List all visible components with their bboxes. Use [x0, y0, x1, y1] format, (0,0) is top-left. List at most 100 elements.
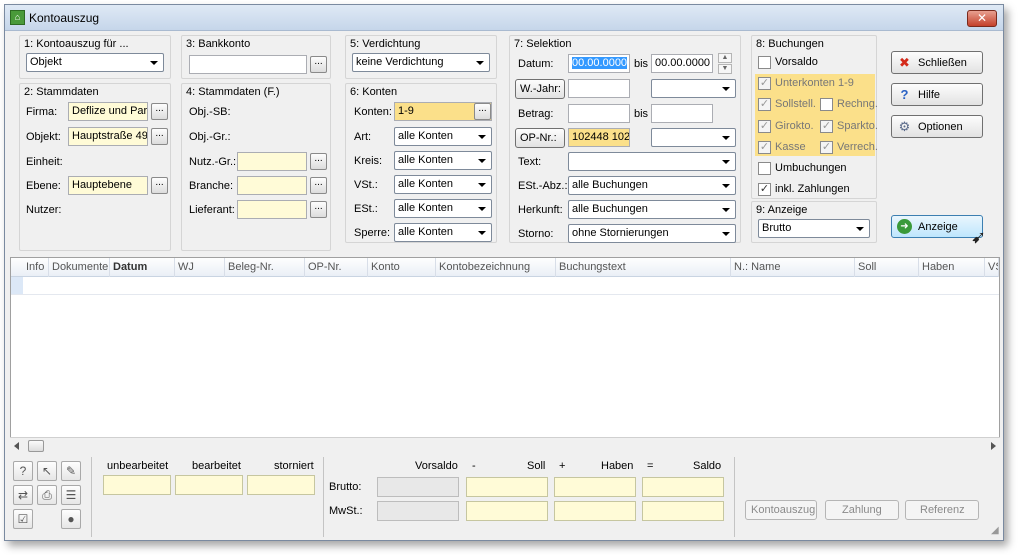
est-select[interactable]: alle Konten [394, 199, 492, 218]
unbearbeitet-field [103, 475, 171, 495]
lieferant-field[interactable] [237, 200, 307, 219]
firma-browse-button[interactable]: ... [151, 103, 168, 120]
firma-field[interactable]: Deflize und Part [68, 102, 148, 121]
ebene-field[interactable]: Hauptebene [68, 176, 148, 195]
checkbox-icon[interactable]: ☑ [13, 509, 33, 529]
bearbeitet-field [175, 475, 243, 495]
unterkonten-checkbox[interactable]: ✓ [758, 77, 771, 90]
scroll-left-icon[interactable] [14, 442, 19, 450]
vst-select[interactable]: alle Konten [394, 175, 492, 194]
grid-column-info[interactable]: Info [23, 258, 49, 277]
optionen-button[interactable]: ⚙ Optionen [891, 115, 983, 138]
datum-spinner[interactable]: ▲ ▼ [718, 53, 732, 75]
booking-grid[interactable]: Info Dokumente Datum WJ Beleg-Nr. OP-Nr.… [10, 257, 1000, 447]
bankkonto-field[interactable] [189, 55, 307, 74]
grid-column-name[interactable]: N.: Name [731, 258, 855, 277]
row-selector[interactable] [11, 277, 23, 294]
anzeige-button[interactable]: ➜ Anzeige [891, 215, 983, 238]
list-icon[interactable]: ☰ [61, 485, 81, 505]
anzeige-select[interactable]: Brutto [758, 219, 870, 238]
datum-from-field[interactable]: 00.00.0000 [568, 54, 630, 73]
swap-icon[interactable]: ⇄ [13, 485, 33, 505]
sparkto-checkbox[interactable]: ✓ [820, 120, 833, 133]
group-stammdaten: 2: Stammdaten Firma: Deflize und Part ..… [19, 83, 171, 251]
herkunft-select[interactable]: alle Buchungen [568, 200, 736, 219]
objekt-field[interactable]: Hauptstraße 49, [68, 127, 148, 146]
grid-column-haben[interactable]: Haben [919, 258, 985, 277]
vorsaldo-checkbox[interactable] [758, 56, 771, 69]
lieferant-browse-button[interactable]: ... [310, 201, 327, 218]
grid-column-konto[interactable]: Konto [368, 258, 436, 277]
grid-column-op-nr[interactable]: OP-Nr. [305, 258, 368, 277]
wjahr-button[interactable]: W.-Jahr: [515, 79, 565, 99]
wjahr-select[interactable] [651, 79, 736, 98]
art-select[interactable]: alle Konten [394, 127, 492, 146]
betrag-from-field[interactable] [568, 104, 630, 123]
konten-browse-button[interactable]: ... [474, 103, 491, 120]
sperre-select[interactable]: alle Konten [394, 223, 492, 242]
app-icon: ⌂ [10, 10, 25, 25]
grid-column-soll[interactable]: Soll [855, 258, 919, 277]
inkl-zahlungen-checkbox[interactable]: ✓ [758, 183, 771, 196]
print-icon[interactable]: ⎙ [37, 485, 57, 505]
umbuchungen-checkbox[interactable] [758, 162, 771, 175]
estabz-label: ESt.-Abz.: [518, 180, 568, 192]
close-button[interactable]: ✕ [967, 10, 997, 27]
betrag-to-field[interactable] [651, 104, 713, 123]
nutz-gr-browse-button[interactable]: ... [310, 153, 327, 170]
grid-column-wj[interactable]: WJ [175, 258, 225, 277]
question-icon[interactable]: ? [13, 461, 33, 481]
bankkonto-browse-button[interactable]: ... [310, 56, 327, 73]
pointer-icon[interactable]: ↖ [37, 461, 57, 481]
sollstell-checkbox[interactable]: ✓ [758, 98, 771, 111]
unterkonten-label: Unterkonten 1-9 [775, 77, 854, 89]
ebene-label: Ebene: [26, 180, 61, 192]
nutz-gr-field[interactable] [237, 152, 307, 171]
opnr-button[interactable]: OP-Nr.: [515, 128, 565, 148]
vorsaldo-label: Vorsaldo [775, 56, 818, 68]
pen-icon[interactable]: ✎ [61, 461, 81, 481]
schliessen-label: Schließen [918, 57, 967, 69]
kontoauszug-fuer-select[interactable]: Objekt [26, 53, 164, 72]
kasse-checkbox[interactable]: ✓ [758, 141, 771, 154]
nutzer-label: Nutzer: [26, 204, 62, 216]
storno-select[interactable]: ohne Stornierungen [568, 224, 736, 243]
group-title: 4: Stammdaten (F.) [186, 86, 280, 98]
estabz-select[interactable]: alle Buchungen [568, 176, 736, 195]
unbearbeitet-label: unbearbeitet [107, 460, 169, 472]
kontoauszug-button[interactable]: Kontoauszug [745, 500, 817, 520]
grid-column-dokumente[interactable]: Dokumente [49, 258, 110, 277]
grid-column-kontobezeichnung[interactable]: Kontobezeichnung [436, 258, 556, 277]
circle-icon[interactable]: ● [61, 509, 81, 529]
resize-grip-icon[interactable]: ◢ [991, 525, 999, 536]
ebene-browse-button[interactable]: ... [151, 177, 168, 194]
opnr-select[interactable] [651, 128, 736, 147]
scroll-right-icon[interactable] [991, 442, 996, 450]
scrollbar-thumb[interactable] [28, 440, 44, 452]
kreis-label: Kreis: [354, 155, 383, 167]
girokto-checkbox[interactable]: ✓ [758, 120, 771, 133]
grid-column-beleg-nr[interactable]: Beleg-Nr. [225, 258, 305, 277]
branche-browse-button[interactable]: ... [310, 177, 327, 194]
text-select[interactable] [568, 152, 736, 171]
zahlung-button[interactable]: Zahlung [825, 500, 899, 520]
kreis-select[interactable]: alle Konten [394, 151, 492, 170]
referenz-button[interactable]: Referenz [905, 500, 979, 520]
objekt-browse-button[interactable]: ... [151, 128, 168, 145]
opnr-field[interactable]: 102448 102 [568, 128, 630, 147]
verrech-checkbox[interactable]: ✓ [820, 141, 833, 154]
grid-column-buchungstext[interactable]: Buchungstext [556, 258, 731, 277]
rechng-checkbox[interactable] [820, 98, 833, 111]
grid-column-datum[interactable]: Datum [110, 258, 175, 277]
verdichtung-select[interactable]: keine Verdichtung [352, 53, 490, 72]
wjahr-field[interactable] [568, 79, 630, 98]
schliessen-button[interactable]: ✖ Schließen [891, 51, 983, 74]
table-row[interactable] [11, 277, 999, 295]
branche-field[interactable] [237, 176, 307, 195]
hilfe-button[interactable]: ? Hilfe [891, 83, 983, 106]
title-bar[interactable]: ⌂ Kontoauszug ✕ [5, 5, 1003, 31]
horizontal-scrollbar[interactable] [10, 437, 1000, 453]
grid-column-vs[interactable]: VS [985, 258, 999, 277]
hilfe-label: Hilfe [918, 89, 941, 101]
datum-to-field[interactable]: 00.00.0000 [651, 54, 713, 73]
